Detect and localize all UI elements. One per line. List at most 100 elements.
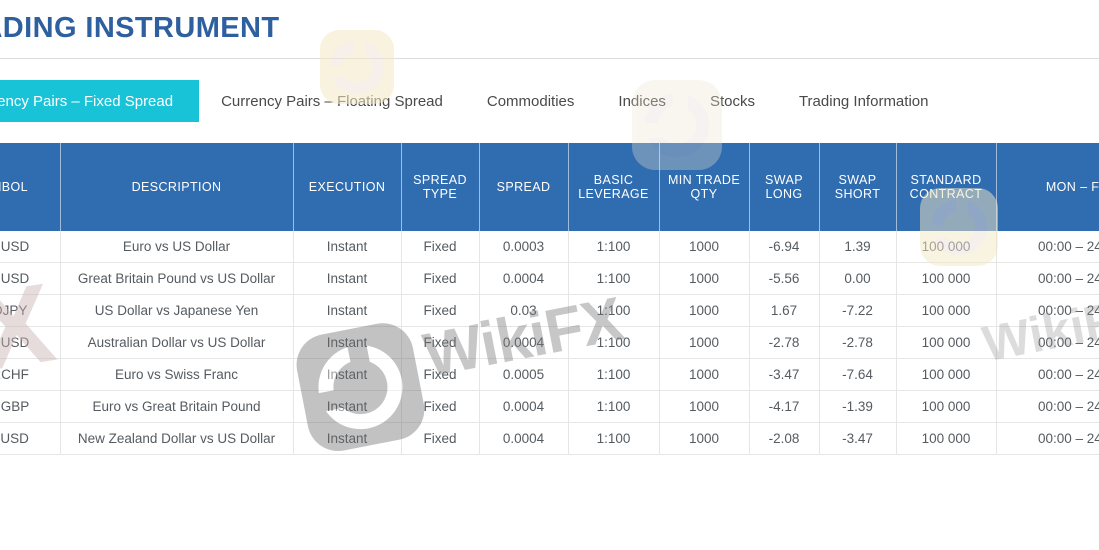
table-row: GBPUSDGreat Britain Pound vs US DollarIn…: [0, 262, 1099, 295]
cell-basic-leverage: 1:100: [568, 231, 660, 263]
column-header-spread: SPREAD: [479, 143, 569, 231]
cell-spread: 0.03: [479, 294, 569, 327]
cell-hours: 00:00 – 24:00: [996, 390, 1099, 423]
cell-hours: 00:00 – 24:00: [996, 358, 1099, 391]
cell-spread-type: Fixed: [401, 262, 480, 295]
cell-basic-leverage: 1:100: [568, 422, 660, 455]
column-header-min-trade-qty: MIN TRADE QTY: [659, 143, 750, 231]
cell-basic-leverage: 1:100: [568, 326, 660, 359]
cell-hours: 00:00 – 24:00: [996, 422, 1099, 455]
cell-min-trade-qty: 1000: [659, 262, 750, 295]
tab-label: Stocks: [709, 92, 755, 110]
cell-symbol: NZDUSD: [0, 422, 61, 455]
table-row: EURUSDEuro vs US DollarInstantFixed0.000…: [0, 231, 1099, 263]
tab-currency-pairs-floating-spread[interactable]: Currency Pairs – Floating Spread: [199, 80, 465, 122]
page-viewport: TRADING INSTRUMENT Currency Pairs – Fixe…: [0, 0, 1099, 550]
cell-execution: Instant: [293, 231, 402, 263]
cell-spread: 0.0003: [479, 231, 569, 263]
cell-execution: Instant: [293, 358, 402, 391]
instrument-tabs: Currency Pairs – Fixed Spread Currency P…: [0, 80, 950, 122]
tab-commodities[interactable]: Commodities: [465, 80, 597, 122]
cell-hours: 00:00 – 24:00: [996, 231, 1099, 263]
cell-spread-type: Fixed: [401, 390, 480, 423]
cell-description: Euro vs Swiss Franc: [60, 358, 294, 391]
cell-hours: 00:00 – 24:00: [996, 326, 1099, 359]
cell-standard-contract: 100 000: [896, 358, 997, 391]
tab-label: Indices: [618, 92, 666, 110]
cell-swap-long: -2.78: [749, 326, 820, 359]
cell-spread: 0.0004: [479, 390, 569, 423]
page-canvas: TRADING INSTRUMENT Currency Pairs – Fixe…: [0, 0, 1099, 550]
cell-min-trade-qty: 1000: [659, 358, 750, 391]
cell-spread: 0.0005: [479, 358, 569, 391]
page-title: TRADING INSTRUMENT: [0, 12, 280, 44]
cell-description: Euro vs US Dollar: [60, 231, 294, 263]
cell-basic-leverage: 1:100: [568, 390, 660, 423]
header-divider: [0, 58, 1099, 59]
table-row: USDJPYUS Dollar vs Japanese YenInstantFi…: [0, 294, 1099, 327]
cell-standard-contract: 100 000: [896, 231, 997, 263]
table-row: NZDUSDNew Zealand Dollar vs US DollarIns…: [0, 422, 1099, 455]
cell-basic-leverage: 1:100: [568, 294, 660, 327]
table-row: EURCHFEuro vs Swiss FrancInstantFixed0.0…: [0, 358, 1099, 391]
tab-label: Commodities: [486, 92, 575, 110]
cell-min-trade-qty: 1000: [659, 390, 750, 423]
cell-basic-leverage: 1:100: [568, 358, 660, 391]
cell-min-trade-qty: 1000: [659, 294, 750, 327]
cell-swap-long: -6.94: [749, 231, 820, 263]
cell-standard-contract: 100 000: [896, 422, 997, 455]
cell-spread-type: Fixed: [401, 422, 480, 455]
cell-execution: Instant: [293, 326, 402, 359]
tab-indices[interactable]: Indices: [596, 80, 688, 122]
instruments-table: SYMBOL DESCRIPTION EXECUTION SPREAD TYPE…: [0, 143, 1099, 455]
cell-min-trade-qty: 1000: [659, 326, 750, 359]
cell-symbol: EURGBP: [0, 390, 61, 423]
cell-swap-long: -2.08: [749, 422, 820, 455]
tab-stocks[interactable]: Stocks: [688, 80, 777, 122]
cell-swap-long: 1.67: [749, 294, 820, 327]
cell-symbol: EURUSD: [0, 231, 61, 263]
cell-symbol: USDJPY: [0, 294, 61, 327]
tab-label: Trading Information: [798, 92, 929, 110]
cell-description: Great Britain Pound vs US Dollar: [60, 262, 294, 295]
cell-description: Euro vs Great Britain Pound: [60, 390, 294, 423]
column-header-standard-contract: STANDARD CONTRACT: [896, 143, 997, 231]
tab-trading-information[interactable]: Trading Information: [777, 80, 951, 122]
cell-symbol: EURCHF: [0, 358, 61, 391]
cell-spread: 0.0004: [479, 326, 569, 359]
cell-swap-short: 0.00: [819, 262, 897, 295]
cell-basic-leverage: 1:100: [568, 262, 660, 295]
cell-execution: Instant: [293, 422, 402, 455]
cell-swap-short: -7.64: [819, 358, 897, 391]
cell-execution: Instant: [293, 390, 402, 423]
column-header-spread-type: SPREAD TYPE: [401, 143, 480, 231]
cell-swap-long: -3.47: [749, 358, 820, 391]
column-header-execution: EXECUTION: [293, 143, 402, 231]
table-row: EURGBPEuro vs Great Britain PoundInstant…: [0, 390, 1099, 423]
table-header-row: SYMBOL DESCRIPTION EXECUTION SPREAD TYPE…: [0, 143, 1099, 231]
column-header-swap-short: SWAP SHORT: [819, 143, 897, 231]
cell-swap-short: -7.22: [819, 294, 897, 327]
cell-min-trade-qty: 1000: [659, 422, 750, 455]
cell-standard-contract: 100 000: [896, 262, 997, 295]
column-header-description: DESCRIPTION: [60, 143, 294, 231]
cell-standard-contract: 100 000: [896, 390, 997, 423]
column-header-swap-long: SWAP LONG: [749, 143, 820, 231]
cell-spread-type: Fixed: [401, 326, 480, 359]
cell-description: Australian Dollar vs US Dollar: [60, 326, 294, 359]
cell-swap-long: -4.17: [749, 390, 820, 423]
cell-execution: Instant: [293, 294, 402, 327]
cell-spread-type: Fixed: [401, 231, 480, 263]
cell-description: New Zealand Dollar vs US Dollar: [60, 422, 294, 455]
table-row: AUDUSDAustralian Dollar vs US DollarInst…: [0, 326, 1099, 359]
cell-spread: 0.0004: [479, 422, 569, 455]
cell-swap-short: -1.39: [819, 390, 897, 423]
cell-standard-contract: 100 000: [896, 294, 997, 327]
cell-symbol: AUDUSD: [0, 326, 61, 359]
cell-spread-type: Fixed: [401, 294, 480, 327]
tab-currency-pairs-fixed-spread[interactable]: Currency Pairs – Fixed Spread: [0, 80, 200, 122]
cell-swap-short: 1.39: [819, 231, 897, 263]
tab-label: Currency Pairs – Floating Spread: [221, 92, 443, 110]
table-body: EURUSDEuro vs US DollarInstantFixed0.000…: [0, 231, 1099, 455]
cell-hours: 00:00 – 24:00: [996, 262, 1099, 295]
